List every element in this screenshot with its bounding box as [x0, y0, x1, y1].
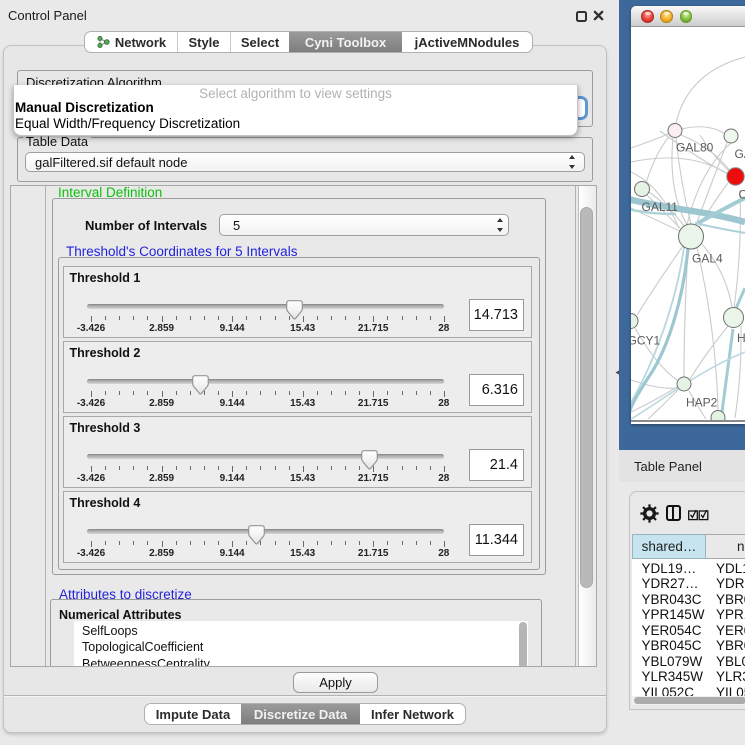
svg-text:GCY1: GCY1: [631, 334, 661, 348]
svg-text:GA: GA: [735, 147, 745, 161]
svg-text:GAL11: GAL11: [642, 200, 679, 214]
svg-text:HAP2: HAP2: [686, 396, 718, 410]
svg-text:GAL4: GAL4: [692, 252, 723, 266]
svg-text:GAL80: GAL80: [676, 141, 714, 155]
svg-text:C: C: [739, 188, 745, 202]
svg-text:H: H: [737, 331, 745, 345]
